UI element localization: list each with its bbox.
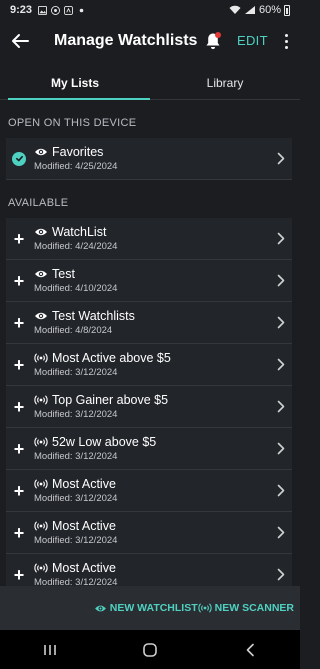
plus-icon[interactable]: + [14,524,25,542]
list-name: Favorites [52,145,104,159]
section-header-open: OPEN ON THIS DEVICE [8,117,137,129]
plus-icon[interactable]: + [14,482,25,500]
status-bar: 9:23 60% [0,0,300,20]
arrow-left-icon [12,34,29,48]
home-button[interactable] [130,630,170,669]
tab-library[interactable]: Library [150,66,300,99]
broadcast-icon [34,521,48,531]
system-back-button[interactable] [230,630,270,669]
eye-icon [35,148,47,156]
list-modified: Modified: 4/8/2024 [34,325,113,336]
chevron-right-icon [277,484,285,497]
list-name: WatchList [52,225,107,239]
chevron-right-icon [277,442,285,455]
dot-notification-icon [79,8,84,12]
eye-icon [94,605,106,611]
new-scanner-label: NEW SCANNER [214,602,294,614]
plus-icon[interactable]: + [14,272,25,290]
broadcast-icon [198,603,212,613]
plus-icon[interactable]: + [14,314,25,332]
eye-icon [35,312,47,320]
section-header-available: AVAILABLE [8,197,69,209]
tab-my-lists[interactable]: My Lists [0,66,150,100]
list-name: Most Active [52,561,116,575]
system-nav-bar [0,630,300,669]
broadcast-icon [34,563,48,573]
list-name: Top Gainer above $5 [52,393,169,407]
plus-icon[interactable]: + [14,230,25,248]
broadcast-icon [34,437,48,447]
list-modified: Modified: 3/12/2024 [34,451,118,462]
eye-icon [35,228,47,236]
broadcast-icon [34,479,48,489]
chevron-right-icon [277,232,285,245]
list-modified: Modified: 4/25/2024 [34,161,118,172]
plus-icon[interactable]: + [14,398,25,416]
list-item[interactable]: + Most Active above $5 Modified: 3/12/2024 [6,344,292,386]
list-item[interactable]: + Most Active Modified: 3/12/2024 [6,470,292,512]
battery-percent: 60% [258,4,281,16]
check-circle-icon [12,151,26,166]
tab-bar: My Lists Library [0,66,300,100]
notifications-button[interactable] [200,28,226,54]
list-item[interactable]: + Test Modified: 4/10/2024 [6,260,292,302]
list-name: Most Active [52,519,116,533]
home-icon [143,642,157,657]
new-scanner-button[interactable]: NEW SCANNER [198,602,294,614]
chevron-right-icon [277,358,285,371]
app-notification-icon [64,5,74,15]
list-name: Most Active above $5 [52,351,171,365]
list-modified: Modified: 3/12/2024 [34,535,118,546]
list-modified: Modified: 3/12/2024 [34,367,118,378]
signal-icon [244,6,255,14]
list-item[interactable]: + WatchList Modified: 4/24/2024 [6,218,292,260]
app-bar: Manage Watchlists EDIT [0,22,300,60]
plus-icon[interactable]: + [14,440,25,458]
plus-icon[interactable]: + [14,356,25,374]
wifi-icon [229,5,241,14]
list-item[interactable]: +52w Low above $5 Modified: 3/12/2024 [6,428,292,470]
list-item-open-favorites[interactable]: Favorites Modified: 4/25/2024 [6,138,292,180]
page-title: Manage Watchlists [54,32,198,49]
list-modified: Modified: 4/24/2024 [34,241,118,252]
new-watchlist-label: NEW WATCHLIST [109,602,198,614]
broadcast-icon [34,353,48,363]
list-modified: Modified: 3/12/2024 [34,409,118,420]
new-watchlist-button[interactable]: NEW WATCHLIST [94,602,198,614]
list-modified: Modified: 3/12/2024 [34,493,118,504]
chevron-right-icon [277,316,285,329]
list-item[interactable]: + Top Gainer above $5 Modified: 3/12/2024 [6,386,292,428]
list-modified: Modified: 4/10/2024 [34,283,118,294]
more-vert-icon [284,33,288,37]
media-notification-icon [51,5,61,15]
list-item[interactable]: + Test Watchlists Modified: 4/8/2024 [6,302,292,344]
recents-icon [44,644,56,655]
edit-button[interactable]: EDIT [237,33,268,48]
list-name: 52w Low above $5 [52,435,157,449]
more-options-button[interactable] [279,29,293,53]
bottom-action-bar: NEW WATCHLIST NEW SCANNER [0,586,300,630]
list-name: Test Watchlists [52,309,135,323]
broadcast-icon [34,395,48,405]
list-name: Most Active [52,477,116,491]
gallery-notification-icon [38,5,48,15]
chevron-right-icon [277,274,285,287]
back-button[interactable] [0,22,40,60]
chevron-right-icon [277,568,285,581]
list-item[interactable]: + Most Active Modified: 3/12/2024 [6,512,292,554]
eye-icon [35,270,47,278]
recent-apps-button[interactable] [30,630,70,669]
notification-dot [215,32,221,38]
chevron-right-icon [277,526,285,539]
battery-icon [284,4,290,16]
chevron-left-icon [246,643,254,656]
plus-icon[interactable]: + [14,566,25,584]
chevron-right-icon [277,152,285,165]
status-time: 9:23 [10,4,33,16]
chevron-right-icon [277,400,285,413]
list-name: Test [52,267,75,281]
